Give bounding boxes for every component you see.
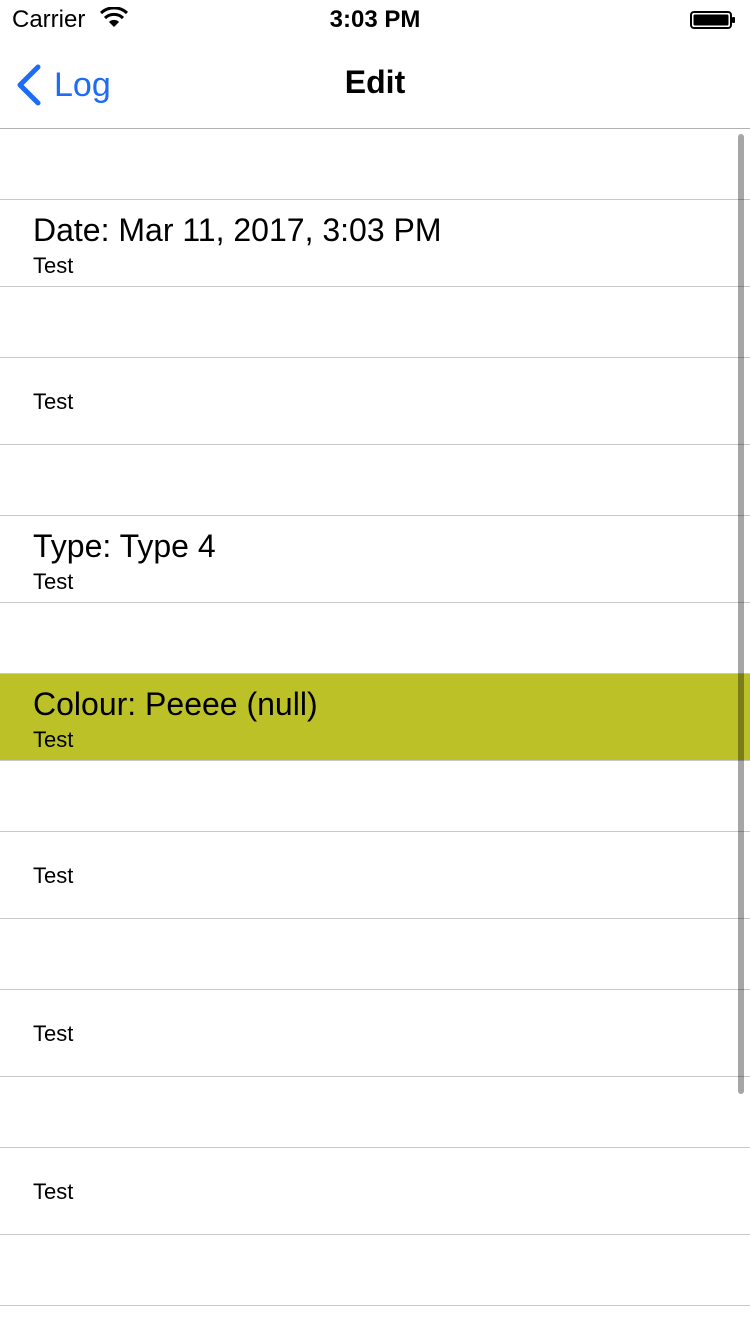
list-spacer-row xyxy=(0,287,750,358)
edit-list: Date: Mar 11, 2017, 3:03 PM Test Test Ty… xyxy=(0,129,750,1306)
navigation-bar: Log Edit xyxy=(0,40,750,129)
list-item-subtitle: Test xyxy=(33,863,74,888)
list-item[interactable]: Test xyxy=(0,1148,750,1235)
list-spacer-row xyxy=(0,761,750,832)
list-item-subtitle: Test xyxy=(33,569,74,594)
scroll-indicator[interactable] xyxy=(738,134,744,1094)
status-bar: Carrier 3:03 PM xyxy=(0,0,750,40)
list-spacer-row xyxy=(0,445,750,516)
page-title: Edit xyxy=(344,64,406,100)
list-item-colour[interactable]: Colour: Peeee (null) Test xyxy=(0,674,750,761)
list-item[interactable]: Test xyxy=(0,358,750,445)
list-item-subtitle: Test xyxy=(33,253,74,278)
list-spacer-row xyxy=(0,1235,750,1306)
list-item-date[interactable]: Date: Mar 11, 2017, 3:03 PM Test xyxy=(0,200,750,287)
list-spacer-row xyxy=(0,603,750,674)
list-spacer-row xyxy=(0,1077,750,1148)
list-item-title: Date: Mar 11, 2017, 3:03 PM xyxy=(33,212,442,248)
list-item-subtitle: Test xyxy=(33,389,74,414)
list-item-type[interactable]: Type: Type 4 Test xyxy=(0,516,750,603)
list-item-subtitle: Test xyxy=(33,727,74,752)
list-item[interactable]: Test xyxy=(0,832,750,919)
list-item-subtitle: Test xyxy=(33,1179,74,1204)
status-time: 3:03 PM xyxy=(329,6,421,33)
list-item-subtitle: Test xyxy=(33,1021,74,1046)
list-item[interactable]: Test xyxy=(0,990,750,1077)
battery-icon xyxy=(690,11,735,29)
list-spacer-row xyxy=(0,129,750,200)
list-item-title: Type: Type 4 xyxy=(33,528,216,564)
list-item-title: Colour: Peeee (null) xyxy=(33,686,318,722)
list-spacer-row xyxy=(0,919,750,990)
